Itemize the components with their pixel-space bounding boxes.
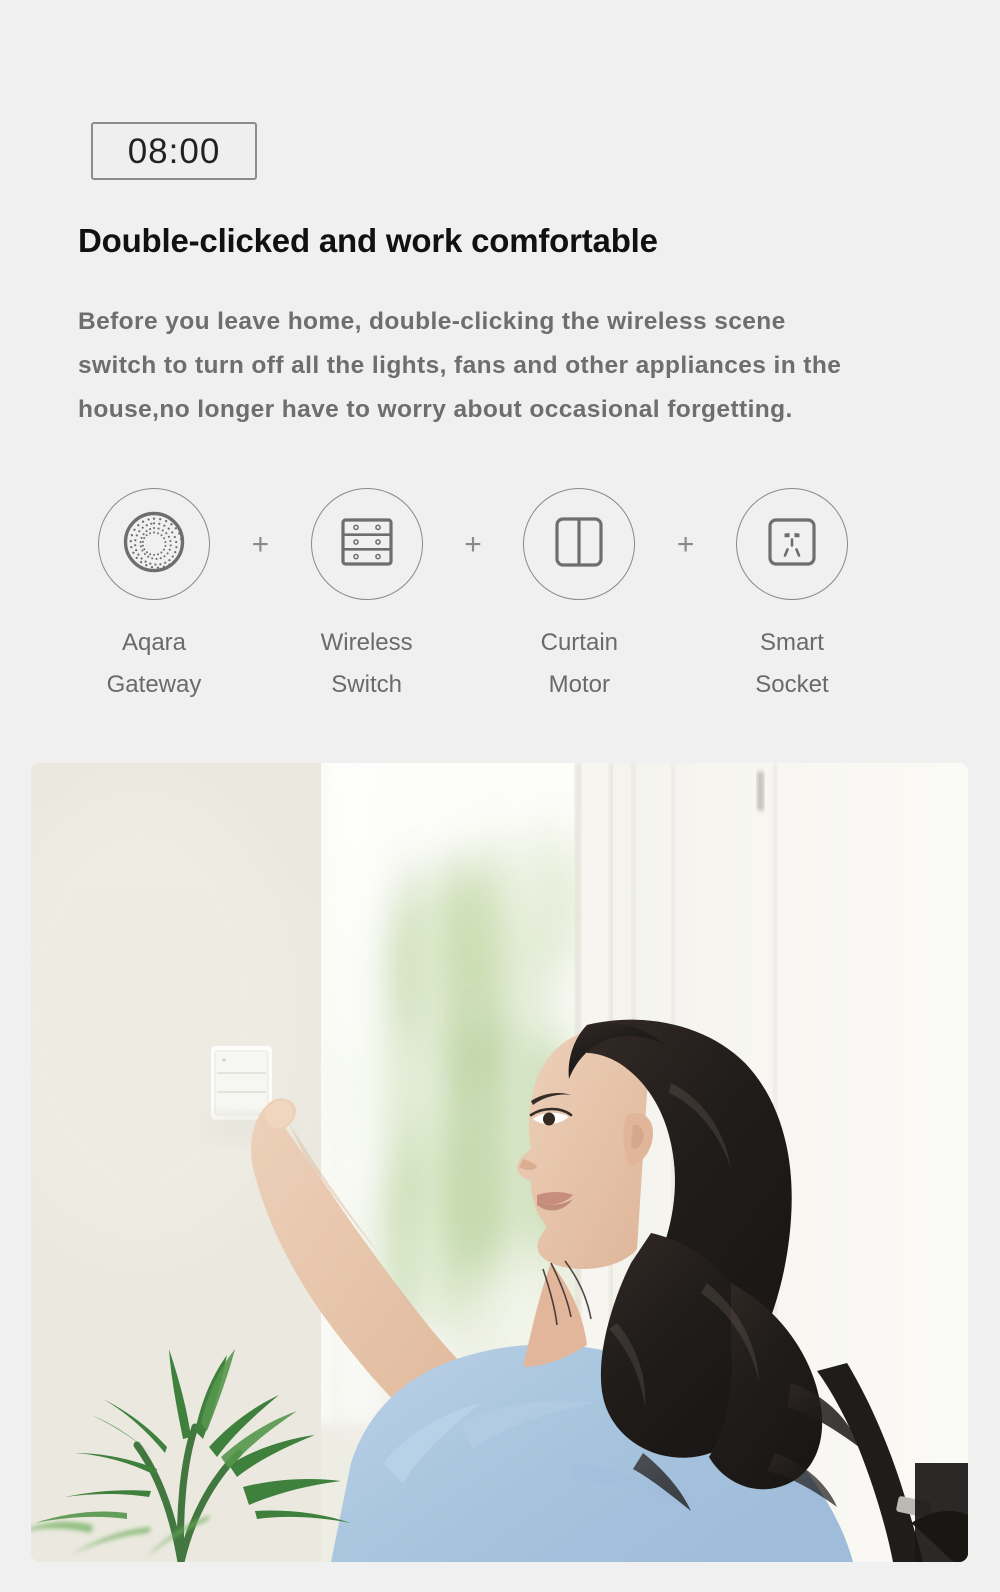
- lifestyle-photo-illustration: [31, 763, 968, 1562]
- device-label: Wireless Switch: [320, 629, 413, 698]
- plus-separator-1: +: [251, 528, 270, 561]
- curtain-motor-icon: [548, 511, 610, 578]
- page-title: Double-clicked and work comfortable: [78, 222, 658, 259]
- device-label: Curtain Motor: [540, 629, 618, 698]
- device-icon-circle: [98, 488, 210, 600]
- plus-separator-3: +: [676, 528, 695, 561]
- smart-socket-icon: [761, 511, 823, 578]
- aqara-gateway-icon: [117, 505, 191, 584]
- device-item-curtain-motor: Curtain Motor: [503, 488, 655, 706]
- device-icon-circle: [310, 488, 423, 600]
- plus-separator-2: +: [464, 528, 482, 561]
- device-label: Smart Socket: [755, 629, 829, 698]
- device-combination-strip: Aqara Gateway + Wireless Switch + Curtai…: [78, 488, 868, 706]
- lifestyle-photo: [31, 763, 968, 1562]
- device-label: Aqara Gateway: [106, 629, 202, 698]
- body-paragraph: Before you leave home, double-clicking t…: [78, 308, 842, 423]
- time-badge: 08:00: [91, 122, 257, 180]
- time-badge-value: 08:00: [127, 131, 221, 171]
- device-icon-circle: [523, 488, 636, 600]
- wireless-switch-icon: [336, 511, 398, 578]
- device-item-smart-socket: Smart Socket: [716, 488, 868, 706]
- device-icon-circle: [735, 488, 848, 600]
- device-item-wireless-switch: Wireless Switch: [291, 488, 443, 706]
- device-item-aqara-gateway: Aqara Gateway: [78, 488, 230, 706]
- product-feature-page: 08:00 Double-clicked and work comfortabl…: [0, 0, 1000, 1592]
